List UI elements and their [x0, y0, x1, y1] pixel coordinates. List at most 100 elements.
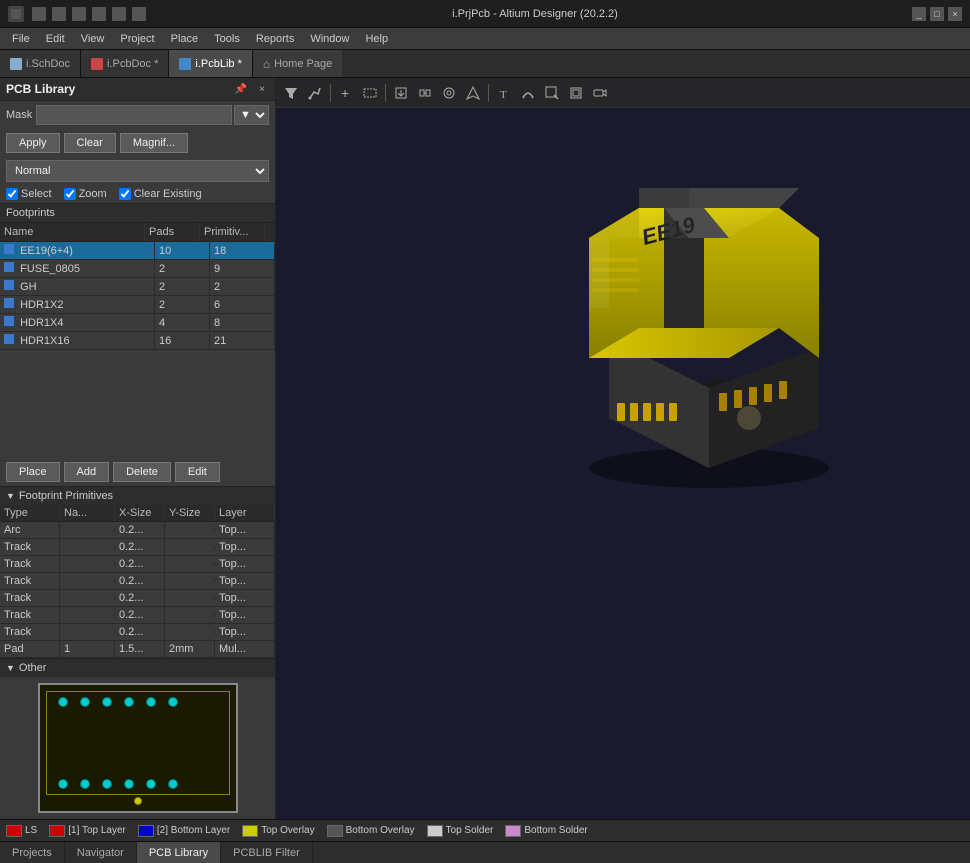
toolbar-icon-print[interactable] — [92, 7, 106, 21]
3d-view-panel[interactable]: + T — [276, 78, 970, 819]
status-bottom-layer[interactable]: [2] Bottom Layer — [138, 825, 230, 837]
select-checkbox-label[interactable]: Select — [6, 188, 52, 200]
table-row[interactable]: HDR1X2 2 6 — [0, 296, 275, 314]
top-solder-label: Top Solder — [446, 825, 494, 836]
edit-btn[interactable]: Edit — [175, 462, 220, 482]
tab-pcblib[interactable]: i.PcbLib * — [169, 50, 252, 77]
status-bottom-solder[interactable]: Bottom Solder — [505, 825, 587, 837]
toolbar-icon-open[interactable] — [52, 7, 66, 21]
projects-tab[interactable]: Projects — [0, 842, 65, 863]
mask-dropdown[interactable]: ▼ — [234, 105, 269, 125]
title-bar: i.PrjPcb - Altium Designer (20.2.2) _ □ … — [0, 0, 970, 28]
prim-type: Pad — [0, 641, 60, 657]
table-row[interactable]: HDR1X16 16 21 — [0, 332, 275, 350]
text-btn[interactable]: T — [493, 82, 515, 104]
primitive-row[interactable]: Arc 0.2... Top... — [0, 522, 275, 539]
clear-existing-checkbox[interactable] — [119, 188, 131, 200]
primitive-row[interactable]: Track 0.2... Top... — [0, 573, 275, 590]
bottom-layer-color — [138, 825, 154, 837]
status-bottom-overlay[interactable]: Bottom Overlay — [327, 825, 415, 837]
prim-layer: Top... — [215, 539, 275, 555]
close-window-btn[interactable]: × — [948, 7, 962, 21]
normal-select[interactable]: Normal Zoomed Magnified — [6, 160, 269, 182]
panel-close-btn[interactable]: × — [255, 83, 269, 96]
pcblib-filter-tab[interactable]: PCBLIB Filter — [221, 842, 313, 863]
status-top-layer[interactable]: [1] Top Layer — [49, 825, 126, 837]
toolbar-icon-redo[interactable] — [132, 7, 146, 21]
route-tool-btn[interactable] — [304, 82, 326, 104]
apply-btn[interactable]: Apply — [6, 133, 60, 153]
action-buttons-row: Apply Clear Magnif... — [0, 129, 275, 157]
tab-pcbdoc[interactable]: i.PcbDoc * — [81, 50, 169, 77]
menu-place[interactable]: Place — [163, 31, 207, 47]
primitive-row[interactable]: Track 0.2... Top... — [0, 607, 275, 624]
add-btn[interactable]: Add — [64, 462, 110, 482]
tab-home[interactable]: ⌂ Home Page — [253, 50, 342, 77]
arc-btn[interactable] — [517, 82, 539, 104]
toolbar-separator — [385, 84, 386, 102]
clear-btn[interactable]: Clear — [64, 133, 116, 153]
tab-schdoc[interactable]: i.SchDoc — [0, 50, 81, 77]
prim-type: Track — [0, 624, 60, 640]
menu-edit[interactable]: Edit — [38, 31, 73, 47]
menu-window[interactable]: Window — [302, 31, 357, 47]
ls-color — [6, 825, 22, 837]
3d-cam-btn[interactable] — [589, 82, 611, 104]
maximize-btn[interactable]: □ — [930, 7, 944, 21]
table-row[interactable]: GH 2 2 — [0, 278, 275, 296]
table-row[interactable]: HDR1X4 4 8 — [0, 314, 275, 332]
other-toggle[interactable]: ▼ Other — [0, 659, 275, 677]
clear-existing-checkbox-label[interactable]: Clear Existing — [119, 188, 202, 200]
select-checkbox[interactable] — [6, 188, 18, 200]
delete-btn[interactable]: Delete — [113, 462, 171, 482]
select-rect-btn[interactable] — [359, 82, 381, 104]
primitives-table[interactable]: Type Na... X-Size Y-Size Layer Arc 0.2..… — [0, 505, 275, 658]
prim-xsize: 0.2... — [115, 522, 165, 538]
menu-view[interactable]: View — [73, 31, 113, 47]
drill-btn[interactable] — [438, 82, 460, 104]
magnify-btn[interactable]: Magnif... — [120, 133, 188, 153]
primitive-row[interactable]: Track 0.2... Top... — [0, 624, 275, 641]
filter-tool-btn[interactable] — [280, 82, 302, 104]
navigator-tab[interactable]: Navigator — [65, 842, 137, 863]
menu-help[interactable]: Help — [357, 31, 396, 47]
table-row[interactable]: EE19(6+4) 10 18 — [0, 242, 275, 260]
mask-input[interactable] — [36, 105, 232, 125]
menu-file[interactable]: File — [4, 31, 38, 47]
components-btn[interactable] — [414, 82, 436, 104]
toolbar-icon-save[interactable] — [72, 7, 86, 21]
zoom-checkbox[interactable] — [64, 188, 76, 200]
zoom-rect-btn[interactable] — [541, 82, 563, 104]
primitive-row[interactable]: Pad 1 1.5... 2mm Mul... — [0, 641, 275, 658]
place-btn[interactable]: Place — [6, 462, 60, 482]
menu-tools[interactable]: Tools — [206, 31, 248, 47]
status-top-solder[interactable]: Top Solder — [427, 825, 494, 837]
primitives-section: ▼ Footprint Primitives Type Na... X-Size… — [0, 486, 275, 658]
status-top-overlay[interactable]: Top Overlay — [242, 825, 314, 837]
export-btn[interactable] — [390, 82, 412, 104]
add-tool-btn[interactable]: + — [335, 82, 357, 104]
panel-pin-btn[interactable]: 📌 — [231, 83, 251, 96]
menu-reports[interactable]: Reports — [248, 31, 303, 47]
menu-project[interactable]: Project — [112, 31, 162, 47]
primitive-row[interactable]: Track 0.2... Top... — [0, 556, 275, 573]
toolbar-icon-new[interactable] — [32, 7, 46, 21]
footprint-name: GH — [0, 278, 155, 295]
schdoc-icon — [10, 58, 22, 70]
zoom-label: Zoom — [79, 188, 107, 200]
primitives-arrow-icon: ▼ — [6, 491, 15, 501]
prim-ysize — [165, 579, 215, 583]
primitive-row[interactable]: Track 0.2... Top... — [0, 590, 275, 607]
primitive-row[interactable]: Track 0.2... Top... — [0, 539, 275, 556]
table-row[interactable]: FUSE_0805 2 9 — [0, 260, 275, 278]
toolbar-icon-undo[interactable] — [112, 7, 126, 21]
board-btn[interactable] — [565, 82, 587, 104]
pcb-library-tab[interactable]: PCB Library — [137, 842, 221, 863]
footprint-table[interactable]: Name Pads Primitiv... EE19(6+4) 10 18 FU… — [0, 223, 275, 458]
footprint-prims: 2 — [210, 279, 275, 295]
place-btn-3d[interactable] — [462, 82, 484, 104]
footprint-icon — [4, 316, 14, 326]
primitives-toggle[interactable]: ▼ Footprint Primitives — [0, 487, 275, 505]
zoom-checkbox-label[interactable]: Zoom — [64, 188, 107, 200]
minimize-btn[interactable]: _ — [912, 7, 926, 21]
